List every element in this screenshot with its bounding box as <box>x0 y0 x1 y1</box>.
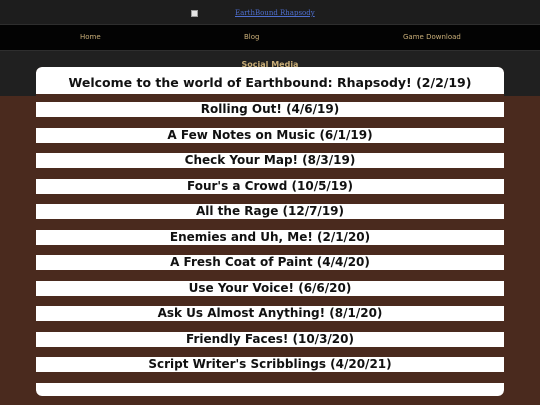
blog-post-link[interactable]: Four's a Crowd (10/5/19) <box>36 179 504 194</box>
nav-blog-link[interactable]: Blog <box>244 25 259 50</box>
site-logo-alt-text[interactable]: EarthBound Rhapsody <box>235 9 315 17</box>
blog-post-list: Welcome to the world of Earthbound: Rhap… <box>36 67 504 396</box>
blog-post-link[interactable]: All the Rage (12/7/19) <box>36 204 504 219</box>
header-banner: EarthBound Rhapsody <box>0 0 540 24</box>
blog-post-link[interactable]: Welcome to the world of Earthbound: Rhap… <box>36 67 504 94</box>
blog-post-link[interactable]: Script Writer's Scribblings (4/20/21) <box>36 357 504 372</box>
blog-post-link[interactable]: Use Your Voice! (6/6/20) <box>36 281 504 296</box>
nav-game-download-link[interactable]: Game Download <box>403 25 461 50</box>
blog-post-link[interactable]: Ask Us Almost Anything! (8/1/20) <box>36 306 504 321</box>
blog-post-link[interactable]: Enemies and Uh, Me! (2/1/20) <box>36 230 504 245</box>
blog-post-link[interactable]: A Fresh Coat of Paint (4/4/20) <box>36 255 504 270</box>
blog-post-link[interactable]: Rolling Out! (4/6/19) <box>36 102 504 117</box>
blog-post-link[interactable]: Friendly Faces! (10/3/20) <box>36 332 504 347</box>
main-nav: Home Blog Game Download <box>0 24 540 51</box>
blog-post-link[interactable]: Check Your Map! (8/3/19) <box>36 153 504 168</box>
site-logo-link[interactable]: EarthBound Rhapsody <box>191 8 315 18</box>
blog-post-link-partial[interactable] <box>36 383 504 396</box>
blog-post-link[interactable]: A Few Notes on Music (6/1/19) <box>36 128 504 143</box>
nav-home-link[interactable]: Home <box>80 25 101 50</box>
broken-image-icon <box>191 9 198 17</box>
